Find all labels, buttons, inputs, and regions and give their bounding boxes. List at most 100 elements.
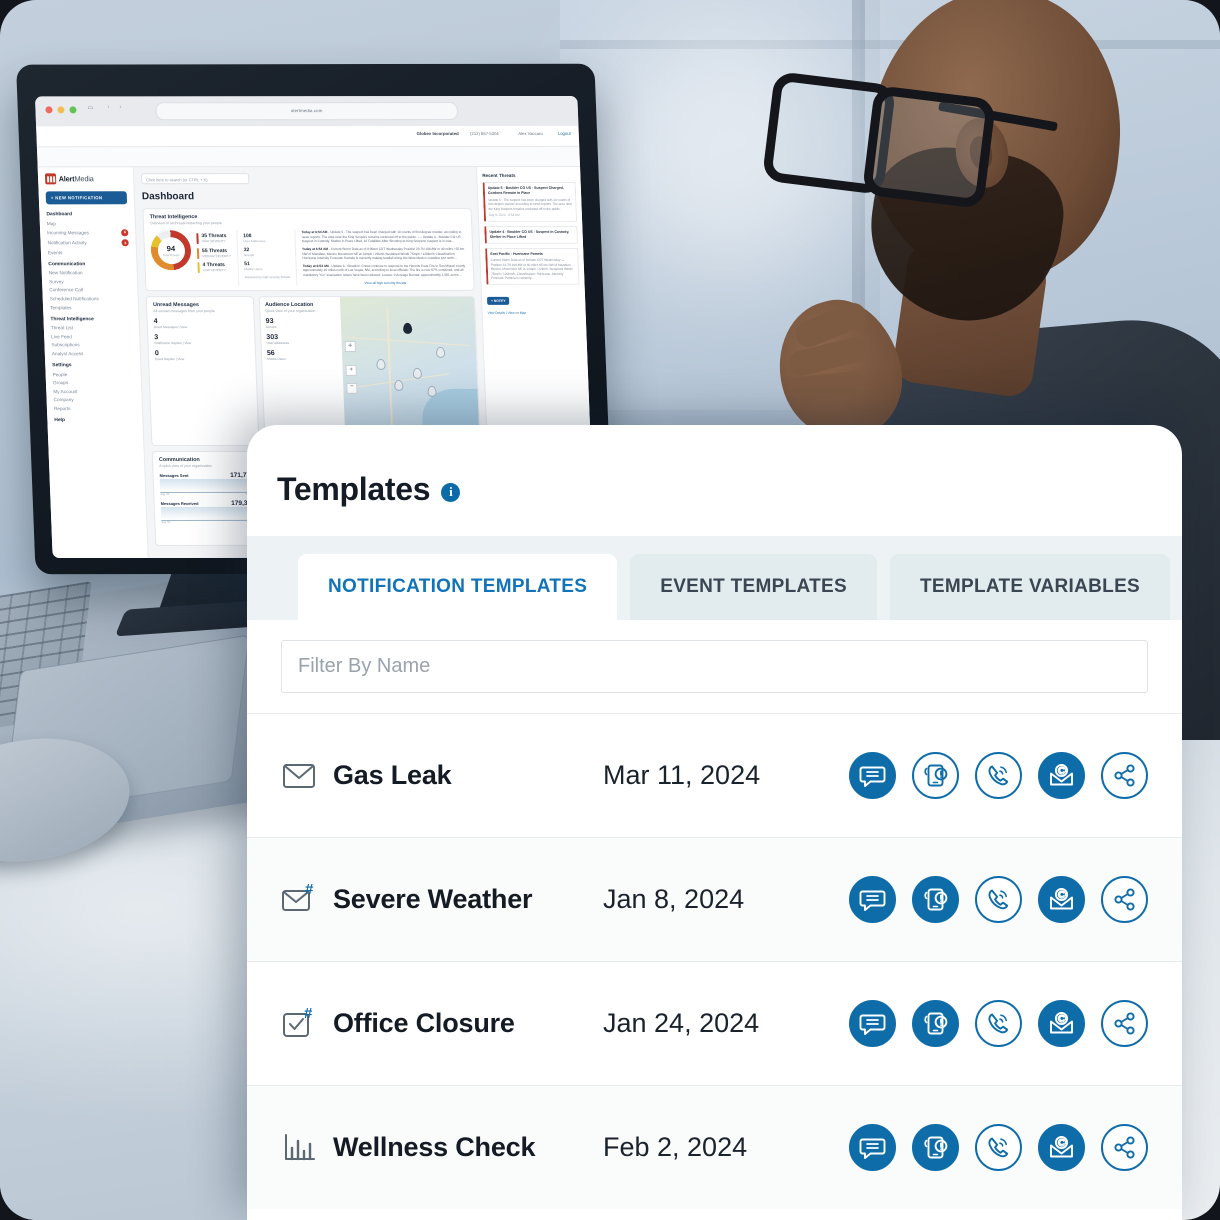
sidebar-item-analyst-access[interactable]: Analyst Access [52,351,133,356]
template-row[interactable]: # Severe Weather Jan 8, 2024 [247,837,1182,961]
channel-mobile-app-push-icon[interactable] [912,1124,959,1171]
dashboard-search-input[interactable]: Click here to search (or CTRL + K) [140,173,250,185]
filter-row [247,620,1182,693]
back-icon[interactable]: ‹ [107,104,109,110]
window-maximize-dot[interactable] [69,106,77,114]
tab-notification-templates[interactable]: NOTIFICATION TEMPLATES [298,554,618,620]
channel-voice-call-icon[interactable] [975,1124,1022,1171]
channel-mobile-app-push-icon[interactable] [912,1000,959,1047]
sidebar-item-new-notification[interactable]: New Notification [49,270,130,275]
sidebar-item-survey[interactable]: Survey [49,279,130,284]
sidebar-item-people[interactable]: People [53,372,134,377]
sidebar-item-company[interactable]: Company [54,397,135,402]
sidebar-item-groups[interactable]: Groups [53,380,134,385]
recent-threat-item[interactable]: East Pacific - Hurricane Pamela Current S… [485,247,580,285]
channel-social-share-icon[interactable] [1101,1000,1148,1047]
channel-social-share-icon[interactable] [1101,876,1148,923]
unread-messages-subtitle: All unread messages from your people [153,308,215,313]
sidebar-section-help: Help [54,418,66,424]
map-pin-1[interactable] [375,358,386,370]
sidebar-toggle-icon[interactable]: ▭ [87,104,93,111]
map-pin-5[interactable] [435,346,446,358]
forward-icon[interactable]: › [119,104,121,110]
sidebar-item-conference-call[interactable]: Conference Call [49,288,130,293]
envelope-icon [281,757,333,795]
sidebar-section-threat-intelligence: Threat Intelligence [50,316,94,322]
channel-voice-call-icon[interactable] [975,752,1022,799]
sidebar-item-subscriptions[interactable]: Subscriptions [51,342,132,348]
notify-button[interactable]: + NOTIFY [486,296,510,305]
sidebar-item-label: New Notification [48,270,83,276]
dashboard-heading: Dashboard [141,191,195,203]
threat-feed-item[interactable]: Today at 6:54 AM - Current Storm Data as… [302,247,467,261]
sidebar-item-events[interactable]: Events [48,250,129,255]
channel-sms-chat-icon[interactable] [849,1000,896,1047]
sidebar-item-templates[interactable]: Templates [50,305,131,310]
sidebar-item-label: Survey [48,279,64,285]
channel-email-at-icon[interactable] [1038,1000,1085,1047]
map-pin-4[interactable] [427,385,438,397]
audience-stat: 56 Mobile Users [267,350,337,361]
info-icon[interactable]: i [441,482,461,502]
channel-social-share-icon[interactable] [1101,752,1148,799]
browser-address-bar[interactable]: alertmedia.com [155,102,459,121]
channel-email-at-icon[interactable] [1038,876,1085,923]
sidebar-item-notification-activity[interactable]: Notification Activity 3 [47,239,129,247]
metric-label: Messages Received [160,500,199,506]
threat-feed-item[interactable]: Today at 6:54 AM - Update 5 - The suspec… [301,230,466,244]
sidebar-item-map[interactable]: Map [47,221,128,226]
sidebar-item-my-account[interactable]: My Account [53,389,134,394]
logout-link[interactable]: Logout [558,131,571,136]
window-close-dot[interactable] [45,106,53,114]
map-pin-2[interactable] [393,379,404,391]
threat-feed-item[interactable]: Today at 6:53 AM - Update 6 - Situation:… [303,264,468,278]
map-zoom-out-button[interactable]: − [346,382,358,394]
channel-sms-chat-icon[interactable] [849,752,896,799]
template-row[interactable]: Wellness Check Feb 2, 2024 [247,1085,1182,1209]
channel-voice-call-icon[interactable] [975,876,1022,923]
sidebar-item-incoming-messages[interactable]: Incoming Messages 6 [47,229,129,237]
tab-event-templates[interactable]: EVENT TEMPLATES [630,554,877,620]
channel-mobile-app-push-icon[interactable] [912,876,959,923]
map-pan-control[interactable]: ✛ [344,341,356,353]
window-minimize-dot[interactable] [57,106,65,114]
map-road-1 [346,336,471,347]
app-topbar: Globex Incorporated (212) 867-5304 Alex … [36,125,580,148]
sidebar-item-scheduled-notifications[interactable]: Scheduled Notifications [50,296,131,301]
unread-stat: 0 Event Replies | View [155,350,249,361]
account-name[interactable]: Alex Vaccaro [518,131,543,136]
sidebar-item-label: Company [53,397,74,403]
channel-email-at-icon[interactable] [1038,752,1085,799]
sidebar-item-reports[interactable]: Reports [54,406,135,411]
org-name: Globex Incorporated [416,131,459,137]
channel-sms-chat-icon[interactable] [849,876,896,923]
severity-row: 35 Threats HIGH SEVERITY [196,233,230,245]
templates-tablist: NOTIFICATION TEMPLATES EVENT TEMPLATES TEM… [247,554,1182,620]
recent-threat-item[interactable]: Update 5 - Boulder CO US - Suspect Charg… [482,181,578,222]
tab-template-variables[interactable]: TEMPLATE VARIABLES [890,554,1171,620]
communication-metric: Messages Received179,342Aug '21Jan '22 [161,500,256,524]
sidebar-item-threat-list[interactable]: Threat List [51,325,132,330]
channel-sms-chat-icon[interactable] [849,1124,896,1171]
filter-by-name-input[interactable] [281,640,1148,693]
template-name: Office Closure [333,1008,515,1038]
threat-details-link[interactable]: View Details | View on Map [488,311,581,315]
severity-label: LOW SEVERITY [202,268,227,273]
sidebar-item-live-feed[interactable]: Live Feed [51,334,132,339]
recent-threat-timestamp: Aug 9, 2022 - 6:54 AM [488,213,520,218]
template-row[interactable]: # Office Closure Jan 24, 2024 [247,961,1182,1085]
severity-row: 4 Threats LOW SEVERITY [197,262,231,274]
channel-social-share-icon[interactable] [1101,1124,1148,1171]
recent-threat-item[interactable]: Update 4 - Boulder CO US - Suspect in Cu… [484,225,578,244]
channel-mobile-app-push-icon[interactable] [912,752,959,799]
new-notification-button[interactable]: + NEW NOTIFICATION [45,191,128,205]
threat-donut-label: Total Threats [162,252,180,257]
template-row[interactable]: Gas Leak Mar 11, 2024 [247,713,1182,837]
channel-voice-call-icon[interactable] [975,1000,1022,1047]
map-zoom-in-button[interactable]: + [345,364,357,376]
channel-email-at-icon[interactable] [1038,1124,1085,1171]
map-pin-3[interactable] [412,367,422,379]
audience-map[interactable]: ✛ + − [339,296,480,445]
view-all-threats-link[interactable]: View all high severity threats [303,281,467,285]
map-pin-primary[interactable] [402,323,412,335]
